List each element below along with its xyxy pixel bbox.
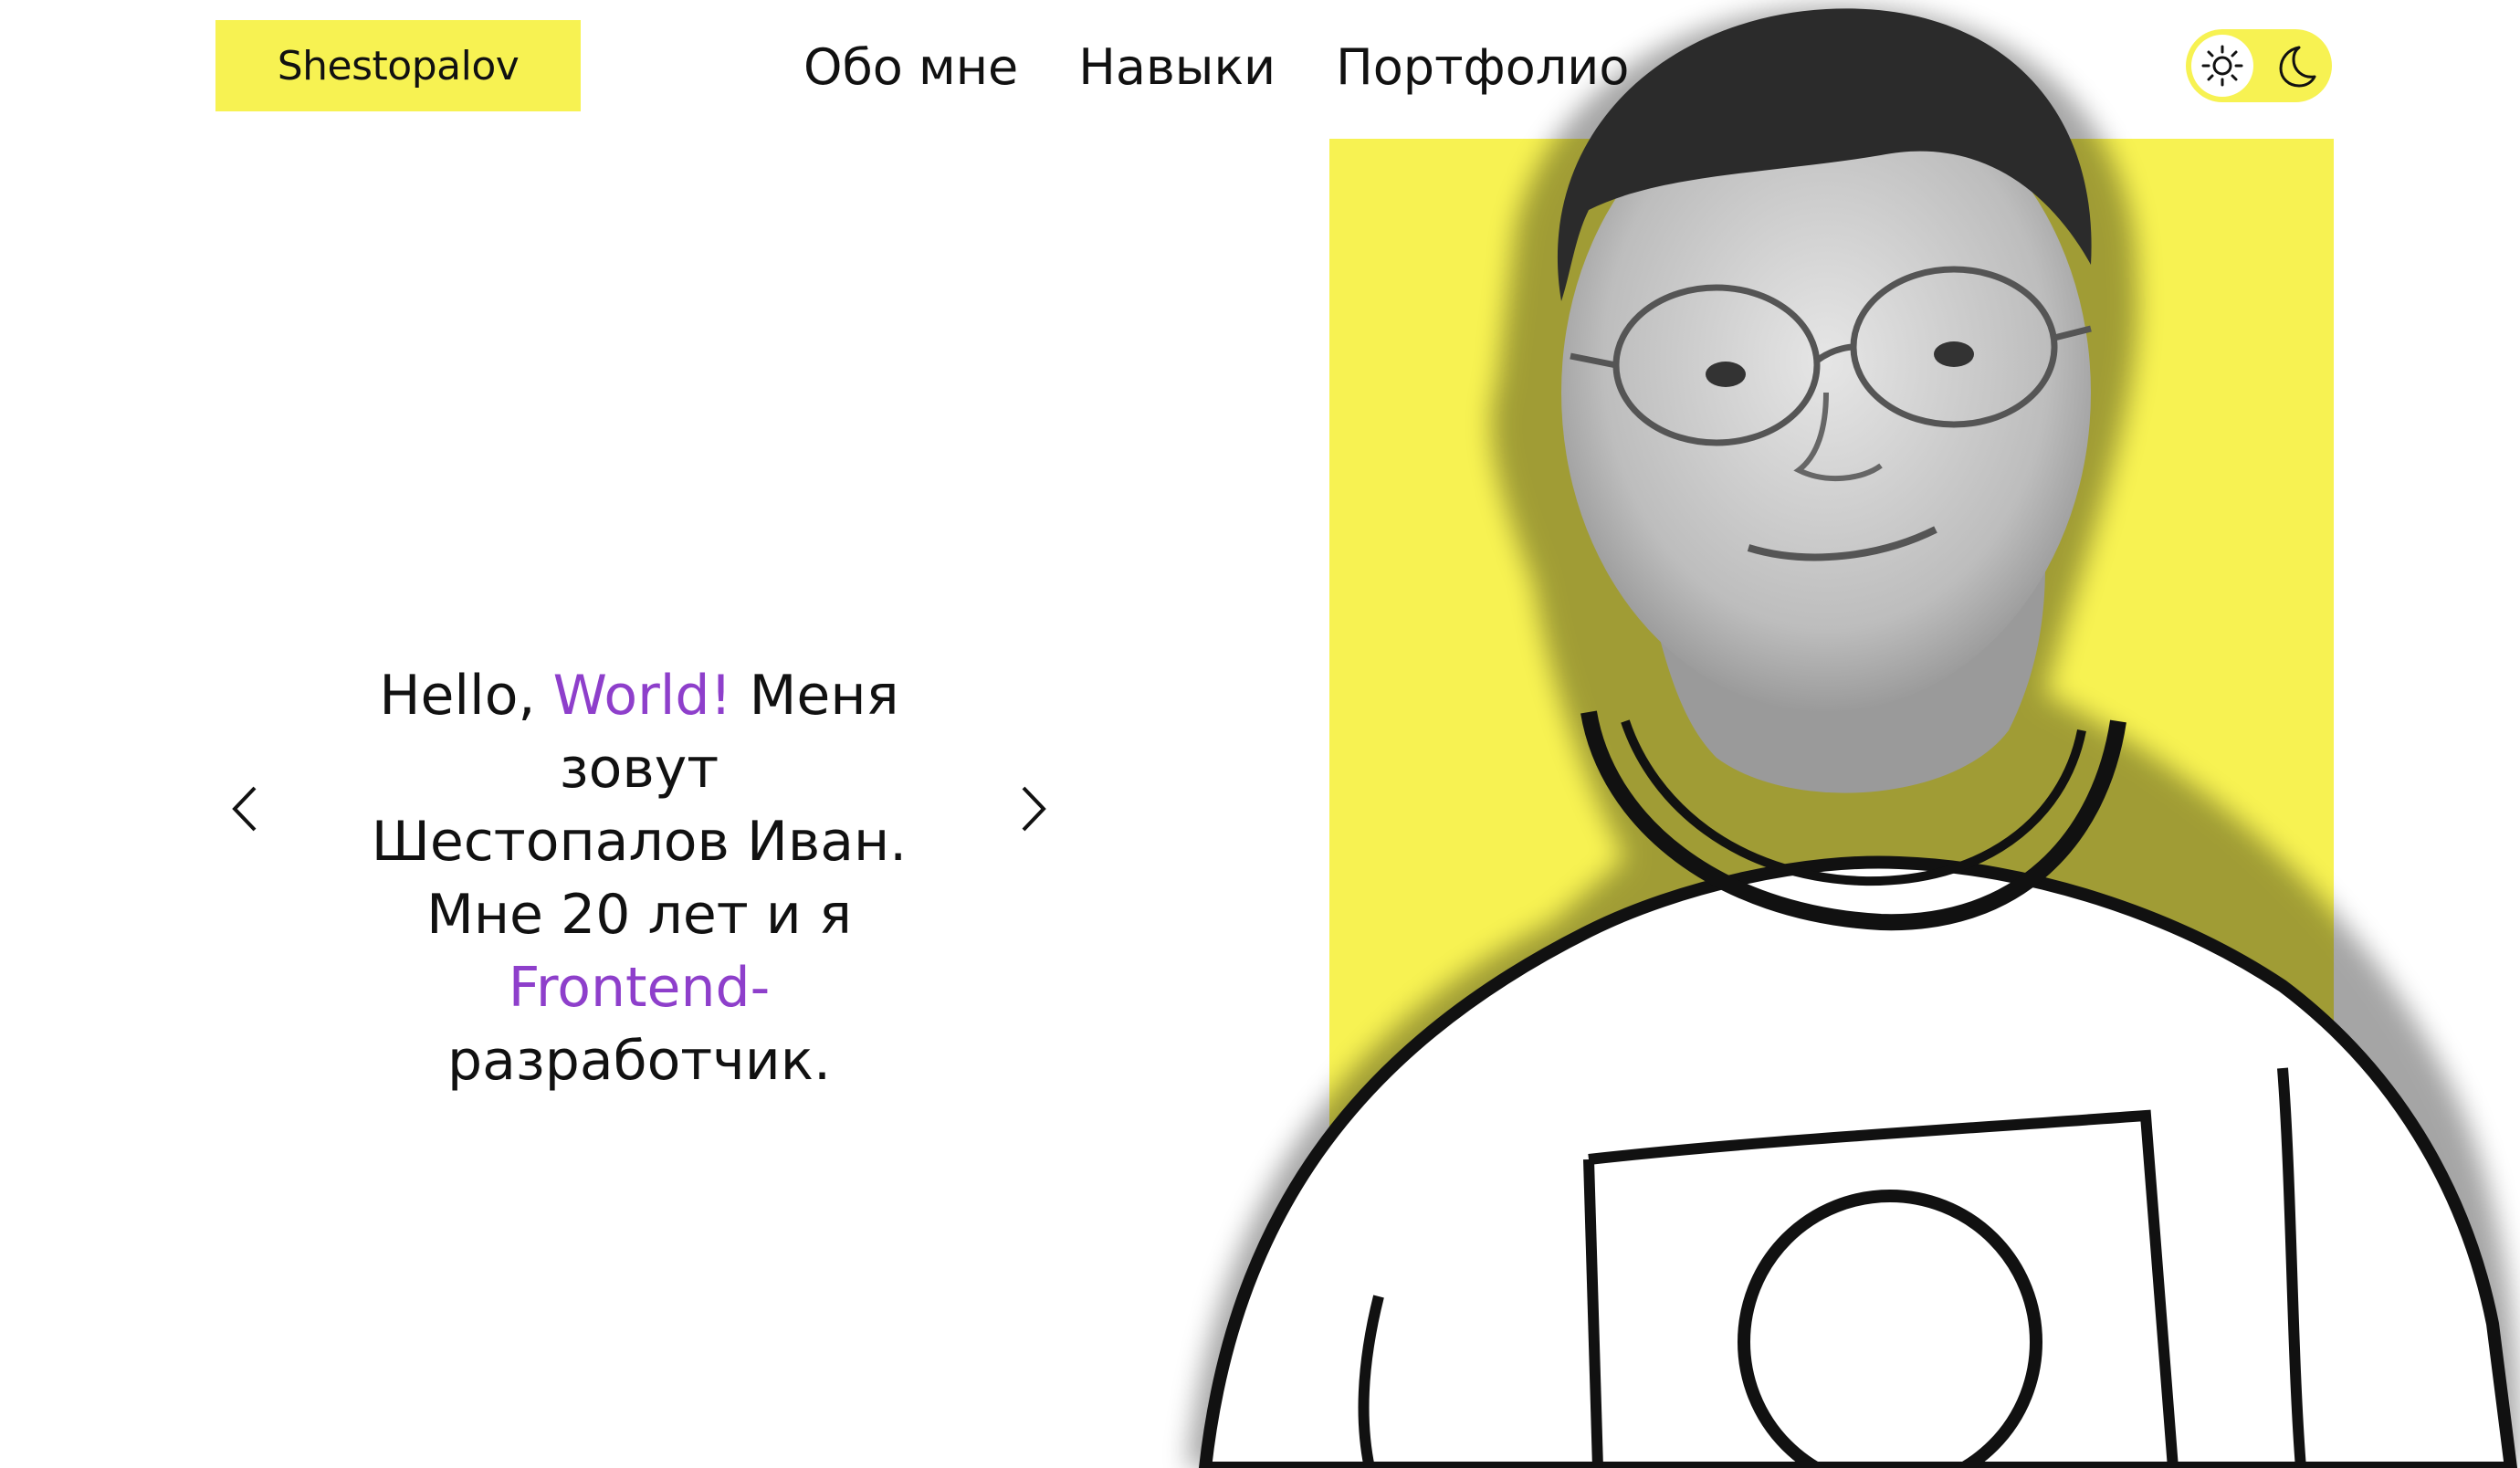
hero-accent-frontend: Frontend- <box>508 956 771 1020</box>
hero-line-1-text: Hello, <box>379 664 553 728</box>
light-theme-button[interactable] <box>2191 35 2253 97</box>
page: Shestopalov Обо мне Навыки Портфолио Hel… <box>0 0 2520 1468</box>
hero-line-4: разработчик. <box>446 1029 832 1093</box>
nav-link-about[interactable]: Обо мне <box>803 31 1018 104</box>
hero-accent-world: World! <box>552 664 732 728</box>
dark-theme-button[interactable] <box>2264 35 2326 97</box>
chevron-right-icon <box>1022 786 1046 832</box>
moon-icon <box>2279 46 2316 88</box>
hero-intro-text: Hello, World! Меня зовут Шестопалов Иван… <box>301 659 977 1097</box>
chevron-left-icon <box>232 786 257 832</box>
logo-link[interactable]: Shestopalov <box>215 20 581 111</box>
hero-line-3: Мне 20 лет и я Frontend- <box>301 878 977 1024</box>
nav-link-portfolio[interactable]: Портфолио <box>1336 31 1629 104</box>
prev-slide-button[interactable] <box>217 772 272 845</box>
hero-line-2: Шестопалов Иван. <box>371 810 908 874</box>
next-slide-button[interactable] <box>1006 772 1061 845</box>
main-nav: Обо мне Навыки Портфолио <box>803 31 1629 104</box>
hero-line-1: Hello, World! Меня зовут <box>301 659 977 805</box>
hero-line-3-text: Мне 20 лет и я <box>426 883 852 947</box>
portrait-photo <box>1187 6 2520 1468</box>
theme-toggle[interactable] <box>2186 29 2332 102</box>
sun-icon <box>2201 45 2243 87</box>
nav-link-skills[interactable]: Навыки <box>1078 31 1276 104</box>
